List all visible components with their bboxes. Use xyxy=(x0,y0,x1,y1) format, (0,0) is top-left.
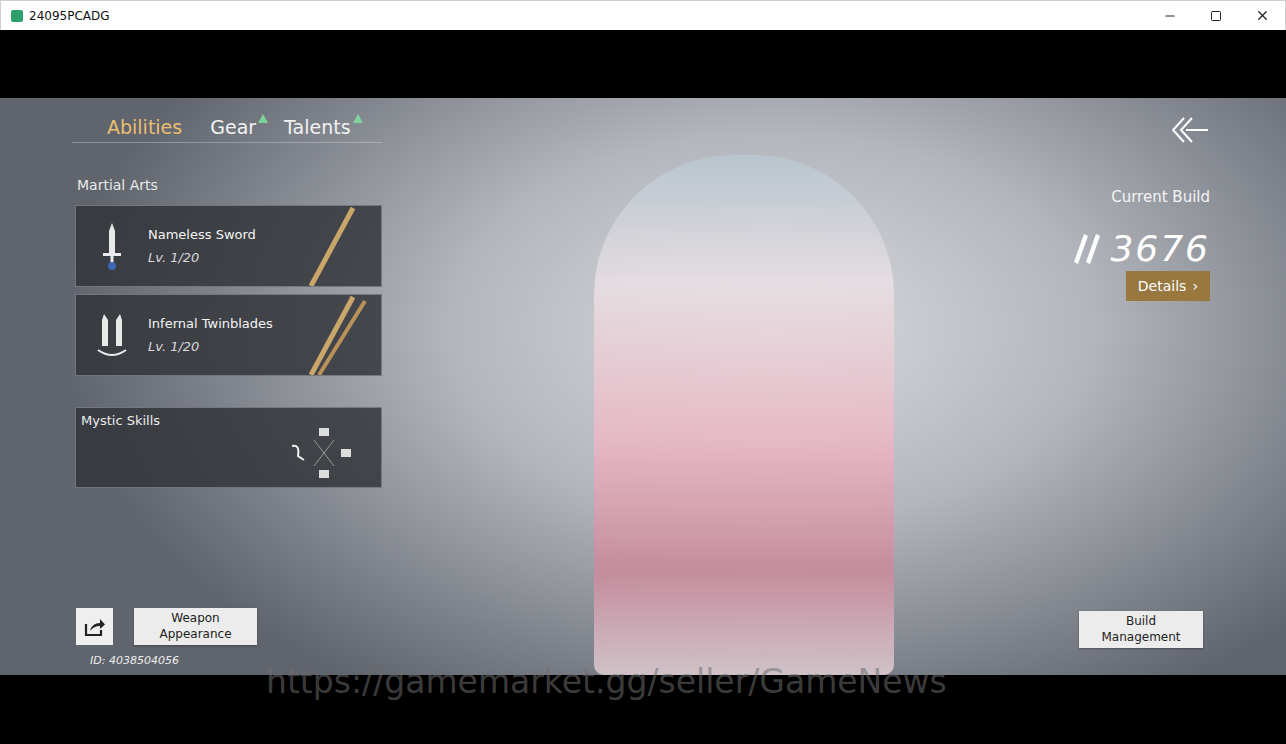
share-button[interactable] xyxy=(76,608,113,645)
build-management-wrap: Build Management xyxy=(1079,611,1203,648)
martial-art-card[interactable]: Nameless Sword Lv. 1/20 xyxy=(75,205,382,287)
weapon-image-icon xyxy=(291,206,381,286)
mystic-skills-title: Mystic Skills xyxy=(81,413,376,428)
close-button[interactable] xyxy=(1239,1,1285,31)
section-title: Martial Arts xyxy=(72,177,382,193)
current-build-title: Current Build xyxy=(1111,188,1210,206)
share-icon xyxy=(84,617,106,637)
bottom-letterbox xyxy=(0,675,1286,744)
weapon-art xyxy=(291,295,381,375)
build-score-row: 3676 xyxy=(1072,228,1210,269)
weapon-appearance-button[interactable]: Weapon Appearance xyxy=(134,608,257,645)
bottom-buttons: Weapon Appearance xyxy=(76,608,382,645)
new-badge-icon xyxy=(258,114,268,123)
martial-art-name: Infernal Twinblades xyxy=(148,316,288,332)
power-icon xyxy=(1072,232,1102,266)
card-icon xyxy=(76,310,148,360)
app-window: 24095PCADG Abilities Gear Talents Martial Ar… xyxy=(0,0,1286,744)
top-letterbox xyxy=(0,30,1286,98)
martial-arts-list: Nameless SwordLv. 1/20Infernal Twinblade… xyxy=(72,205,382,376)
martial-art-level: Lv. 1/20 xyxy=(148,339,288,354)
minimize-button[interactable] xyxy=(1147,1,1193,31)
twinblades-icon xyxy=(92,310,132,360)
tab[interactable]: Gear xyxy=(210,116,262,138)
details-button[interactable]: Details› xyxy=(1126,271,1210,301)
mystic-icon-wrap xyxy=(81,426,376,480)
back-button[interactable] xyxy=(1170,116,1210,144)
maximize-button[interactable] xyxy=(1193,1,1239,31)
martial-art-card[interactable]: Infernal Twinblades Lv. 1/20 xyxy=(75,294,382,376)
back-icon xyxy=(1170,116,1210,144)
card-text: Infernal Twinblades Lv. 1/20 xyxy=(148,316,288,353)
new-badge-icon xyxy=(353,114,363,123)
build-score: 3676 xyxy=(1110,228,1210,269)
watermark: https://gamemarket.gg/seller/GameNews xyxy=(266,662,947,701)
weapon-art xyxy=(291,206,381,286)
tab[interactable]: Talents xyxy=(284,116,356,138)
character-render[interactable] xyxy=(594,155,894,675)
game-scene: Abilities Gear Talents Martial Arts Nameless… xyxy=(0,98,1286,675)
bottom-left: Weapon Appearance ID: 4038504056 xyxy=(72,608,382,667)
card-text: Nameless Sword Lv. 1/20 xyxy=(148,227,288,264)
skill-slots-icon xyxy=(286,426,356,480)
martial-art-level: Lv. 1/20 xyxy=(148,250,288,265)
right-panel: Current Build 3676Details› Build Managemen… xyxy=(1066,98,1286,675)
left-panel: Abilities Gear Talents Martial Arts Nameless… xyxy=(0,98,382,675)
build-management-button[interactable]: Build Management xyxy=(1079,611,1203,648)
minimize-icon xyxy=(1163,9,1177,23)
tab-bar: Abilities Gear Talents xyxy=(72,116,382,143)
player-id: ID: 4038504056 xyxy=(76,654,382,667)
app-icon xyxy=(11,10,23,22)
mystic-skills-card[interactable]: Mystic Skills xyxy=(75,407,382,488)
title-bar: 24095PCADG xyxy=(0,0,1286,30)
window-title: 24095PCADG xyxy=(29,9,1147,23)
tab[interactable]: Abilities xyxy=(107,116,188,138)
weapon-image-icon xyxy=(291,295,381,375)
sword-icon xyxy=(92,221,132,271)
card-icon xyxy=(76,221,148,271)
character-area xyxy=(382,98,1066,675)
close-icon xyxy=(1255,8,1270,23)
maximize-icon xyxy=(1210,10,1222,22)
martial-art-name: Nameless Sword xyxy=(148,227,288,243)
